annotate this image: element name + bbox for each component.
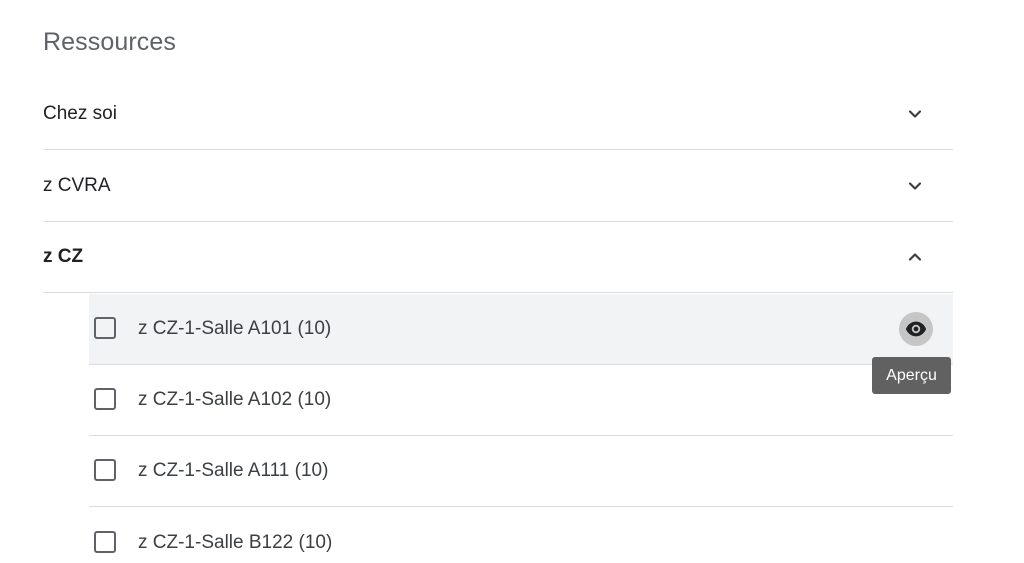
resource-checkbox[interactable] bbox=[94, 530, 116, 553]
group-row-z-cvra[interactable]: z CVRA bbox=[43, 151, 953, 222]
resource-label: z CZ-1-Salle B122 (10) bbox=[138, 531, 333, 553]
resource-row-a111[interactable]: z CZ-1-Salle A111 (10) bbox=[89, 436, 953, 507]
resource-label: z CZ-1-Salle A102 (10) bbox=[138, 389, 332, 410]
preview-tooltip: Aperçu bbox=[872, 357, 951, 394]
resource-row-a101[interactable]: z CZ-1-Salle A101 (10) bbox=[89, 294, 953, 365]
resource-checkbox[interactable] bbox=[94, 459, 116, 481]
section-title: Ressources bbox=[43, 28, 176, 56]
resource-checkbox[interactable] bbox=[94, 317, 116, 339]
group-row-z-cz[interactable]: z CZ bbox=[43, 222, 953, 293]
preview-button[interactable] bbox=[899, 312, 933, 346]
chevron-down-icon[interactable] bbox=[905, 176, 925, 196]
resource-row-b122[interactable]: z CZ-1-Salle B122 (10) bbox=[89, 507, 953, 563]
group-label: z CZ bbox=[43, 246, 84, 267]
group-label: z CVRA bbox=[43, 175, 111, 196]
chevron-up-icon[interactable] bbox=[905, 247, 925, 267]
eye-icon bbox=[905, 321, 927, 337]
resource-label: z CZ-1-Salle A111 (10) bbox=[138, 460, 329, 481]
resource-checkbox[interactable] bbox=[94, 388, 116, 410]
group-label: Chez soi bbox=[43, 103, 117, 124]
chevron-down-icon[interactable] bbox=[905, 104, 925, 124]
resources-panel: Ressources Chez soi z CVRA z CZ z CZ-1-S… bbox=[0, 0, 1024, 563]
resource-label: z CZ-1-Salle A101 (10) bbox=[138, 318, 332, 339]
resource-row-a102[interactable]: z CZ-1-Salle A102 (10) bbox=[89, 365, 953, 436]
group-row-chez-soi[interactable]: Chez soi bbox=[43, 79, 953, 150]
